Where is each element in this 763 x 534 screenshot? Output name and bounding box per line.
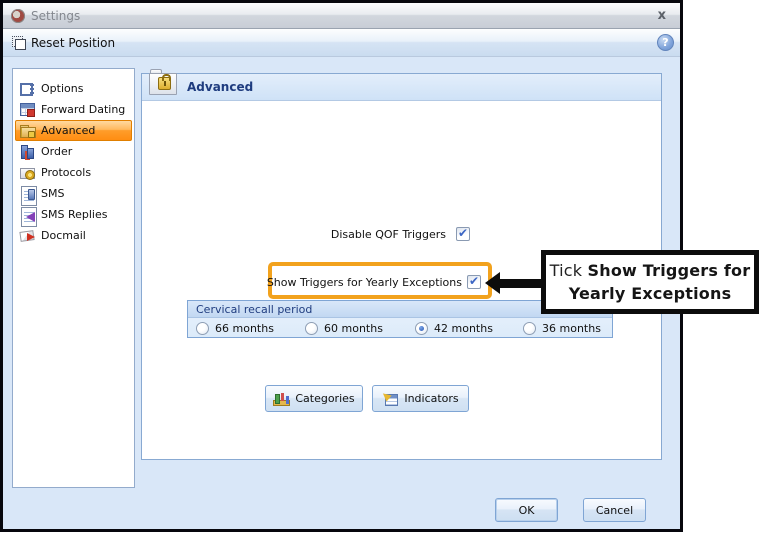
reset-position-button[interactable]: Reset Position bbox=[9, 34, 121, 52]
indicators-button[interactable]: Indicators bbox=[372, 385, 469, 412]
sidebar-item-order[interactable]: Order bbox=[15, 141, 132, 162]
sidebar-item-label: Protocols bbox=[41, 166, 91, 179]
panel-title: Advanced bbox=[187, 80, 253, 94]
annotation-prefix: Tick bbox=[550, 261, 588, 280]
docmail-icon bbox=[20, 228, 35, 243]
order-icon bbox=[20, 144, 35, 159]
folder-lock-icon bbox=[20, 123, 35, 138]
folder-lock-icon bbox=[149, 69, 179, 97]
radio-42-months[interactable]: 42 months bbox=[415, 322, 493, 335]
show-triggers-yearly-exceptions-row: Show Triggers for Yearly Exceptions bbox=[142, 275, 481, 289]
radio-button[interactable] bbox=[523, 322, 536, 335]
bar-chart-icon bbox=[273, 392, 289, 406]
categories-button-label: Categories bbox=[295, 392, 354, 405]
radio-button[interactable] bbox=[305, 322, 318, 335]
indicators-icon bbox=[382, 392, 398, 406]
title-bar[interactable]: Settings x bbox=[3, 3, 680, 29]
sidebar-item-label: SMS Replies bbox=[41, 208, 107, 221]
radio-36-months[interactable]: 36 months bbox=[523, 322, 601, 335]
cancel-button-label: Cancel bbox=[596, 504, 633, 517]
radio-66-months[interactable]: 66 months bbox=[196, 322, 274, 335]
radio-button[interactable] bbox=[415, 322, 428, 335]
settings-gear-icon bbox=[11, 9, 25, 23]
disable-qof-triggers-checkbox[interactable] bbox=[456, 227, 470, 241]
radio-button[interactable] bbox=[196, 322, 209, 335]
sidebar-item-sms-replies[interactable]: SMS Replies bbox=[15, 204, 132, 225]
radio-label: 66 months bbox=[215, 322, 274, 335]
folder-gear-icon bbox=[20, 165, 35, 180]
annotation-callout: Tick Show Triggers for Yearly Exceptions bbox=[541, 250, 759, 314]
sidebar-item-protocols[interactable]: Protocols bbox=[15, 162, 132, 183]
radio-label: 60 months bbox=[324, 322, 383, 335]
radio-label: 36 months bbox=[542, 322, 601, 335]
categories-button[interactable]: Categories bbox=[265, 385, 363, 412]
annotation-text: Tick Show Triggers for Yearly Exceptions bbox=[546, 259, 754, 305]
sidebar-item-label: Order bbox=[41, 145, 72, 158]
reset-position-label: Reset Position bbox=[31, 36, 115, 50]
sidebar-item-options[interactable]: Options bbox=[15, 78, 132, 99]
sms-icon bbox=[20, 186, 35, 201]
sidebar-item-sms[interactable]: SMS bbox=[15, 183, 132, 204]
reset-position-icon bbox=[12, 36, 26, 50]
help-button[interactable]: ? bbox=[657, 34, 674, 51]
options-icon bbox=[20, 81, 35, 96]
checkbox-label: Disable QOF Triggers bbox=[331, 228, 446, 241]
indicators-button-label: Indicators bbox=[404, 392, 458, 405]
ok-button-label: OK bbox=[519, 504, 535, 517]
cancel-button[interactable]: Cancel bbox=[583, 498, 646, 522]
sidebar-item-label: SMS bbox=[41, 187, 64, 200]
ok-button[interactable]: OK bbox=[495, 498, 558, 522]
annotation-bold-text: Show Triggers for Yearly Exceptions bbox=[569, 261, 751, 303]
toolbar: Reset Position ? bbox=[3, 29, 680, 57]
radio-label: 42 months bbox=[434, 322, 493, 335]
panel-header: Advanced bbox=[142, 74, 661, 101]
sidebar-item-label: Advanced bbox=[41, 124, 95, 137]
show-triggers-yearly-exceptions-checkbox[interactable] bbox=[467, 275, 481, 289]
calendar-icon bbox=[20, 102, 35, 117]
sidebar-item-docmail[interactable]: Docmail bbox=[15, 225, 132, 246]
annotated-screenshot: Settings x Reset Position ? Options Forw… bbox=[0, 0, 763, 534]
sidebar-item-label: Forward Dating bbox=[41, 103, 125, 116]
sidebar-item-label: Docmail bbox=[41, 229, 86, 242]
checkbox-label: Show Triggers for Yearly Exceptions bbox=[267, 276, 462, 289]
radio-60-months[interactable]: 60 months bbox=[305, 322, 383, 335]
sidebar-item-forward-dating[interactable]: Forward Dating bbox=[15, 99, 132, 120]
sidebar-item-advanced[interactable]: Advanced bbox=[15, 120, 132, 141]
annotation-arrow-icon bbox=[485, 272, 500, 294]
close-button[interactable]: x bbox=[652, 6, 672, 26]
help-icon: ? bbox=[662, 36, 668, 49]
disable-qof-triggers-row: Disable QOF Triggers bbox=[142, 227, 470, 241]
window-title: Settings bbox=[31, 9, 80, 23]
settings-sidebar: Options Forward Dating Advanced Order Pr… bbox=[12, 68, 135, 488]
sms-replies-icon bbox=[20, 207, 35, 222]
sidebar-item-label: Options bbox=[41, 82, 83, 95]
annotation-arrow-line bbox=[499, 279, 543, 288]
